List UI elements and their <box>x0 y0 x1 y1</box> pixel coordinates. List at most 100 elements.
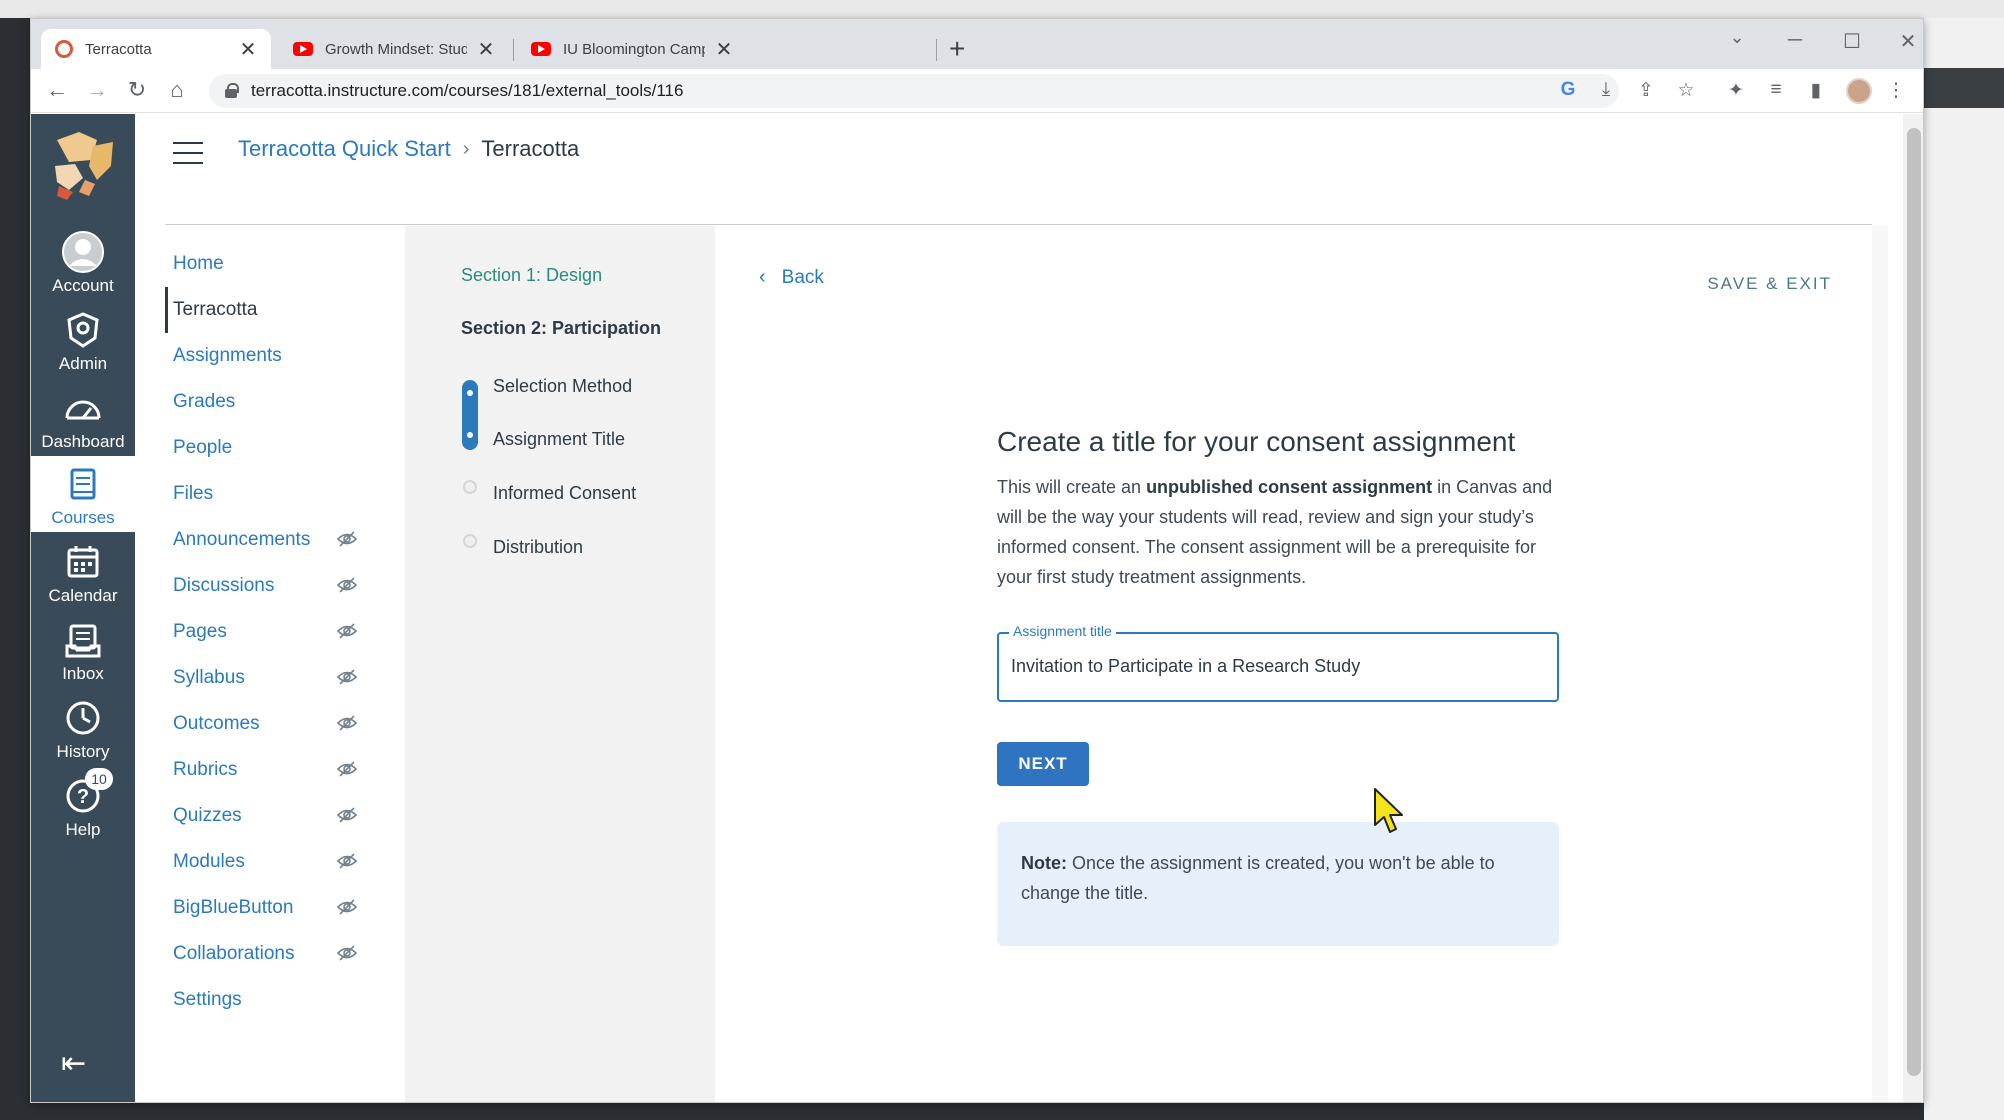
course-nav-item[interactable]: Assignments <box>165 333 365 379</box>
global-nav-label: History <box>56 742 110 761</box>
new-tab-button[interactable]: + <box>949 33 965 65</box>
step-dot-pending-icon <box>463 480 477 494</box>
browser-toolbar: ← → ↻ ⌂ terracotta.instructure.com/cours… <box>31 69 1923 113</box>
course-nav-item[interactable]: BigBlueButton <box>165 885 365 931</box>
assignment-title-field[interactable]: Assignment title <box>997 623 1559 702</box>
course-nav-item[interactable]: Rubrics <box>165 747 365 793</box>
hidden-eye-icon <box>337 853 357 869</box>
course-nav-label: Outcomes <box>173 713 260 734</box>
browser-window: Terracotta ✕ Growth Mindset: Studies sho… <box>30 18 1924 1103</box>
course-nav-label: Announcements <box>173 529 311 550</box>
canvas-app: Account Admin Dashboard Courses Calendar… <box>31 114 1923 1102</box>
extensions-icon[interactable]: ✦ <box>1723 79 1749 102</box>
profile-avatar[interactable] <box>1846 78 1872 104</box>
tab-separator <box>513 39 514 61</box>
chevron-left-icon: ‹ <box>759 266 766 288</box>
course-nav-label: Syllabus <box>173 667 245 688</box>
course-menu-toggle-icon[interactable] <box>173 142 203 164</box>
media-controls-icon[interactable]: ≡ <box>1763 79 1789 101</box>
step-dot-current-icon <box>467 432 473 438</box>
course-nav-label: Files <box>173 483 214 504</box>
next-button[interactable]: NEXT <box>997 742 1089 786</box>
content-scrollbar[interactable] <box>1872 226 1888 1102</box>
global-nav-label: Calendar <box>48 586 118 605</box>
close-window-button[interactable]: ✕ <box>1894 29 1922 54</box>
course-nav-item[interactable]: Syllabus <box>165 655 365 701</box>
course-nav-item[interactable]: Grades <box>165 379 365 425</box>
hidden-eye-icon <box>337 807 357 823</box>
install-app-icon[interactable]: ⤓ <box>1593 79 1619 101</box>
step-section-design-link[interactable]: Section 1: Design <box>461 265 602 286</box>
course-nav-item[interactable]: Quizzes <box>165 793 365 839</box>
reload-button[interactable]: ↻ <box>123 77 151 103</box>
course-nav-item[interactable]: Collaborations <box>165 931 365 977</box>
hidden-eye-icon <box>337 669 357 685</box>
global-nav-label: Dashboard <box>41 432 125 451</box>
step-distribution[interactable]: Distribution <box>493 537 583 558</box>
terracotta-logo-icon[interactable] <box>49 126 119 202</box>
account-icon <box>62 231 104 273</box>
tab-title: IU Bloomington Campus Tour - Y <box>563 40 705 58</box>
step-selection-method[interactable]: Selection Method <box>493 376 632 397</box>
course-nav-item[interactable]: People <box>165 425 365 471</box>
global-nav-account[interactable]: Account <box>31 224 135 300</box>
page-scrollbar-thumb[interactable] <box>1907 128 1921 1076</box>
bookmark-star-icon[interactable]: ☆ <box>1673 79 1699 102</box>
side-panel-icon[interactable]: ▮ <box>1803 79 1829 102</box>
course-nav-item[interactable]: Outcomes <box>165 701 365 747</box>
course-nav-item[interactable]: Files <box>165 471 365 517</box>
course-nav-item[interactable]: Terracotta <box>165 287 365 333</box>
assignment-title-label: Assignment title <box>1009 623 1116 639</box>
global-nav-inbox[interactable]: Inbox <box>31 612 135 688</box>
global-nav-calendar[interactable]: Calendar <box>31 534 135 610</box>
tab-search-icon[interactable]: ⌄ <box>1723 27 1751 48</box>
description-text: This will create an unpublished consent … <box>997 472 1557 592</box>
desktop-taskbar-top <box>0 0 2004 18</box>
back-button[interactable]: ‹ Back <box>759 266 824 289</box>
hidden-eye-icon <box>337 623 357 639</box>
course-nav-item[interactable]: Announcements <box>165 517 365 563</box>
address-bar[interactable]: terracotta.instructure.com/courses/181/e… <box>209 74 1619 108</box>
course-nav-item[interactable]: Pages <box>165 609 365 655</box>
tab-strip: Terracotta ✕ Growth Mindset: Studies sho… <box>31 19 1923 69</box>
home-button[interactable]: ⌂ <box>163 77 191 103</box>
course-nav-item[interactable]: Discussions <box>165 563 365 609</box>
forward-nav-button[interactable]: → <box>83 77 111 103</box>
save-and-exit-button[interactable]: SAVE & EXIT <box>1707 274 1832 294</box>
close-tab-icon[interactable]: ✕ <box>715 37 733 62</box>
admin-icon <box>67 312 99 348</box>
global-nav-admin[interactable]: Admin <box>31 302 135 378</box>
global-nav-help[interactable]: ? 10 Help <box>31 768 135 844</box>
tab-title: Growth Mindset: Studies showing <box>325 40 467 58</box>
step-informed-consent[interactable]: Informed Consent <box>493 483 636 504</box>
global-nav-history[interactable]: History <box>31 690 135 766</box>
close-tab-icon[interactable]: ✕ <box>477 37 495 62</box>
browser-menu-icon[interactable]: ⋮ <box>1883 79 1909 102</box>
back-nav-button[interactable]: ← <box>43 77 71 103</box>
step-assignment-title[interactable]: Assignment Title <box>493 429 625 450</box>
assignment-title-input[interactable] <box>1011 656 1541 677</box>
breadcrumb-course-link[interactable]: Terracotta Quick Start <box>238 136 451 162</box>
courses-icon <box>70 468 96 500</box>
tab-terracotta[interactable]: Terracotta ✕ <box>41 29 271 69</box>
global-nav-courses[interactable]: Courses <box>31 456 135 532</box>
course-nav-label: BigBlueButton <box>173 897 294 918</box>
google-lens-icon[interactable]: G <box>1555 79 1581 101</box>
hidden-eye-icon <box>337 945 357 961</box>
maximize-button[interactable]: ☐ <box>1838 29 1866 54</box>
global-nav-dashboard[interactable]: Dashboard <box>31 380 135 456</box>
course-nav-item[interactable]: Modules <box>165 839 365 885</box>
page-scrollbar[interactable] <box>1903 114 1923 1102</box>
back-label: Back <box>781 266 824 288</box>
course-nav-item[interactable]: Settings <box>165 977 365 1023</box>
share-icon[interactable]: ⇪ <box>1633 79 1659 102</box>
step-dot-completed-icon <box>467 390 473 396</box>
collapse-nav-icon[interactable]: ⇤ <box>61 1046 86 1081</box>
course-nav-label: Rubrics <box>173 759 238 780</box>
tab-growth-mindset[interactable]: Growth Mindset: Studies showing ✕ <box>279 29 509 69</box>
course-nav-item[interactable]: Home <box>165 241 365 287</box>
step-section-participation: Section 2: Participation <box>461 318 662 338</box>
minimize-button[interactable]: ─ <box>1781 29 1809 52</box>
close-tab-icon[interactable]: ✕ <box>239 37 257 62</box>
tab-iu-campus-tour[interactable]: IU Bloomington Campus Tour - Y ✕ <box>517 29 747 69</box>
